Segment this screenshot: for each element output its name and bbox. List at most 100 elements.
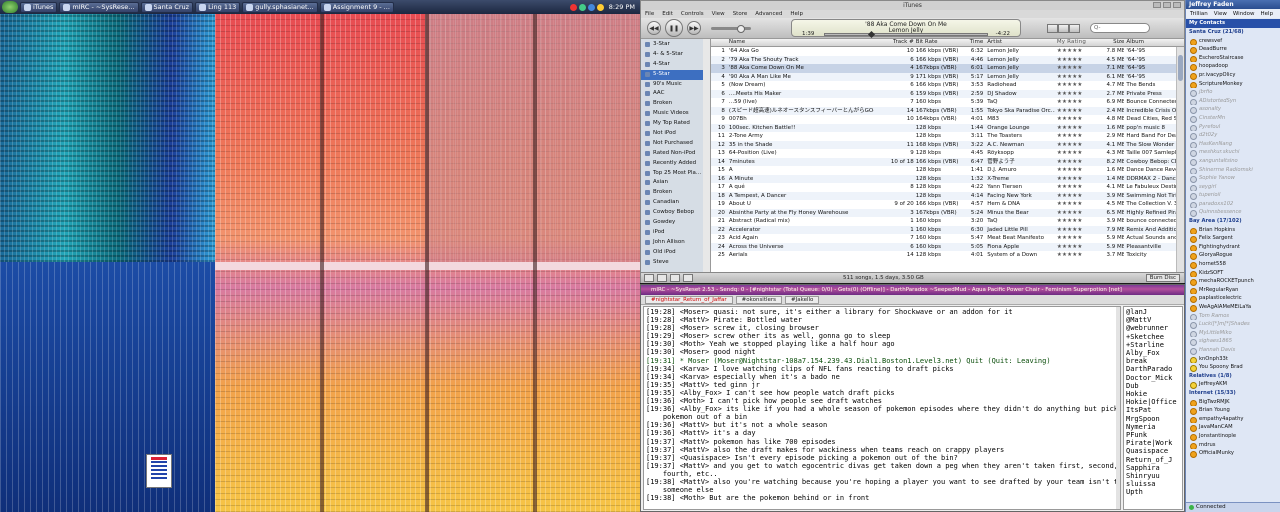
source-item[interactable]: Music Videos (641, 109, 710, 119)
menu-advanced[interactable]: Advanced (755, 11, 782, 17)
song-row[interactable]: 6 ....Meets His Maker 6 159 kbps (VBR) 2:59 D… (711, 89, 1184, 98)
contact-item[interactable]: crewsvef (1186, 37, 1280, 46)
col-time-header[interactable]: Time (963, 39, 985, 46)
song-row[interactable]: 22 Accelerator 1 160 kbps 6:30 Jaded Little P… (711, 225, 1184, 234)
contact-group[interactable]: Relatives (1/8) (1186, 372, 1280, 381)
shuffle-icon[interactable] (657, 274, 667, 282)
song-row[interactable]: 19 About U 9 of 20 166 kbps (VBR) 4:57 Hem & … (711, 200, 1184, 209)
contact-item[interactable]: mdrus (1186, 441, 1280, 450)
nick-item[interactable]: MrgSpoon (1126, 415, 1180, 423)
menu-trillian[interactable]: Trillian (1190, 11, 1208, 17)
contact-item[interactable]: empathy4apathy (1186, 415, 1280, 424)
source-item[interactable]: Recently Added (641, 159, 710, 169)
channel-tab[interactable]: #nightstar_Return_of_Jaffar (645, 295, 733, 304)
source-item[interactable]: Cowboy Bebop (641, 208, 710, 218)
nick-item[interactable]: @MattV (1126, 316, 1180, 324)
tray-red-icon[interactable] (569, 3, 577, 11)
coverflow-view-icon[interactable] (1069, 23, 1080, 33)
tray-blue-icon[interactable] (587, 3, 595, 11)
source-item[interactable]: 4- & 5-Star (641, 50, 710, 60)
contact-item[interactable]: knOnph33t (1186, 355, 1280, 364)
source-item[interactable]: 3-Star (641, 40, 710, 50)
song-row[interactable]: 11 2-Tone Army 128 kbps 3:11 The Toasters ★★★… (711, 132, 1184, 141)
nick-item[interactable]: @webrunner (1126, 324, 1180, 332)
maximize-icon[interactable] (1163, 2, 1171, 8)
source-item[interactable]: Broken (641, 188, 710, 198)
nick-item[interactable]: Hokie (1126, 390, 1180, 398)
col-album-header[interactable]: Album (1124, 39, 1184, 46)
contact-item[interactable]: Lucki[*]m[*]Shades (1186, 320, 1280, 329)
list-view-icon[interactable] (1047, 23, 1058, 33)
contact-item[interactable]: tuperioil (1186, 191, 1280, 200)
contact-item[interactable]: Pyrefoul (1186, 123, 1280, 132)
song-row[interactable]: 18 A Tempest, A Dancer 128 kbps 4:14 Facing … (711, 191, 1184, 200)
task-mirc[interactable]: mIRC - ~SysRese... (59, 1, 139, 13)
source-item[interactable]: Steve (641, 258, 710, 268)
col-name-header[interactable]: Name (727, 39, 874, 46)
contact-item[interactable]: asonalty (1186, 105, 1280, 114)
song-row[interactable]: 24 Across the Universe 6 160 kbps 5:05 Fiona … (711, 242, 1184, 251)
minimize-icon[interactable] (1153, 2, 1161, 8)
album-view-icon[interactable] (1058, 23, 1069, 33)
song-row[interactable]: 2'79 Aka The Shouty Track 6 166 kbps (VBR)… (711, 55, 1184, 64)
contact-item[interactable]: Fightinghydrant (1186, 243, 1280, 252)
contact-item[interactable]: Brian Young (1186, 406, 1280, 415)
next-icon[interactable]: ▶▶ (687, 21, 701, 35)
song-row[interactable]: 21 Abstract (Radical mix) 1 160 kbps 3:20 TaQ… (711, 217, 1184, 226)
source-item[interactable]: 5-Star (641, 69, 710, 80)
contact-item[interactable]: HasKenNang (1186, 140, 1280, 149)
nick-item[interactable]: break (1126, 357, 1180, 365)
nick-item[interactable]: +Sketchee (1126, 333, 1180, 341)
source-item[interactable]: John Allison (641, 238, 710, 248)
close-icon[interactable] (1173, 2, 1181, 8)
nick-item[interactable]: DarthParado (1126, 365, 1180, 373)
source-item[interactable]: AAC (641, 89, 710, 99)
desktop-file-icon[interactable] (146, 454, 172, 488)
contact-item[interactable]: hoopadoop (1186, 62, 1280, 71)
song-row[interactable]: 25 Aerials 14 128 kbps 4:01 System of a Down ★… (711, 251, 1184, 260)
contact-item[interactable]: WeAgAIAMeMEiLaYa (1186, 303, 1280, 312)
contact-item[interactable]: paplasticelectric (1186, 294, 1280, 303)
nick-item[interactable]: +Starline (1126, 341, 1180, 349)
source-item[interactable]: Not Purchased (641, 139, 710, 149)
col-bitrate-header[interactable]: Bit Rate (914, 39, 964, 46)
contact-item[interactable]: Sophie Yanow (1186, 174, 1280, 183)
song-row[interactable]: 14 7minutes 10 of 18 166 kbps (VBR) 6:47 菅野よう… (711, 157, 1184, 166)
contact-item[interactable]: Shinerrne Radiomski (1186, 166, 1280, 175)
contact-item[interactable]: xanguntaltsino (1186, 157, 1280, 166)
source-item[interactable]: Canadian (641, 198, 710, 208)
source-item[interactable]: Old iPod (641, 248, 710, 258)
nick-item[interactable]: Quasispace (1126, 447, 1180, 455)
menu-edit[interactable]: Edit (662, 11, 673, 17)
contact-item[interactable]: sighaes1865 (1186, 337, 1280, 346)
contact-item[interactable]: DeadBurre (1186, 45, 1280, 54)
contact-group[interactable]: Internet (15/33) (1186, 389, 1280, 398)
song-row[interactable]: 5 (Now Dream) 6 166 kbps (VBR) 3:53 Radiohead… (711, 81, 1184, 90)
task-gully[interactable]: gully.sphasianet... (242, 1, 318, 13)
col-artist-header[interactable]: Artist (985, 39, 1055, 46)
source-item[interactable]: Broken (641, 99, 710, 109)
col-rating-header[interactable]: My Rating (1055, 39, 1105, 46)
contact-item[interactable]: paradoxx102 (1186, 200, 1280, 209)
contact-item[interactable]: ADistortedSyn (1186, 97, 1280, 106)
song-row[interactable]: 15 A 128 kbps 1:41 D.J. Amuro ★★★★★ 1.6 MB Danc… (711, 166, 1184, 175)
contact-item[interactable]: meshkur.skuchi (1186, 148, 1280, 157)
song-row[interactable]: 7 ...59 (live) 7 160 kbps 5:39 TaQ ★★★★★ 6.9 MB… (711, 98, 1184, 107)
contact-group[interactable]: Bay Area (17/102) (1186, 217, 1280, 226)
volume-slider[interactable] (711, 24, 751, 33)
tray-green-icon[interactable] (578, 3, 586, 11)
playback-progress[interactable] (824, 30, 988, 39)
contact-item[interactable]: GloryaRogue (1186, 251, 1280, 261)
song-list-scrollbar[interactable] (1176, 47, 1184, 272)
contact-item[interactable]: Tom Ramos (1186, 312, 1280, 321)
nick-item[interactable]: Dub (1126, 382, 1180, 390)
contact-item[interactable]: hornet558 (1186, 260, 1280, 269)
source-item[interactable]: Asian (641, 178, 710, 188)
contact-item[interactable]: MrRegularRyan (1186, 286, 1280, 295)
repeat-icon[interactable] (670, 274, 680, 282)
nick-item[interactable]: Pirate|Work (1126, 439, 1180, 447)
contact-item[interactable]: ScriptureMonkey (1186, 80, 1280, 89)
song-row[interactable]: 9 007Bh 10 164kbps (VBR) 4:01 M83 ★★★★★ 4.8 MB D… (711, 115, 1184, 124)
contacts-header[interactable]: My Contacts (1186, 19, 1280, 28)
add-playlist-icon[interactable] (644, 274, 654, 282)
